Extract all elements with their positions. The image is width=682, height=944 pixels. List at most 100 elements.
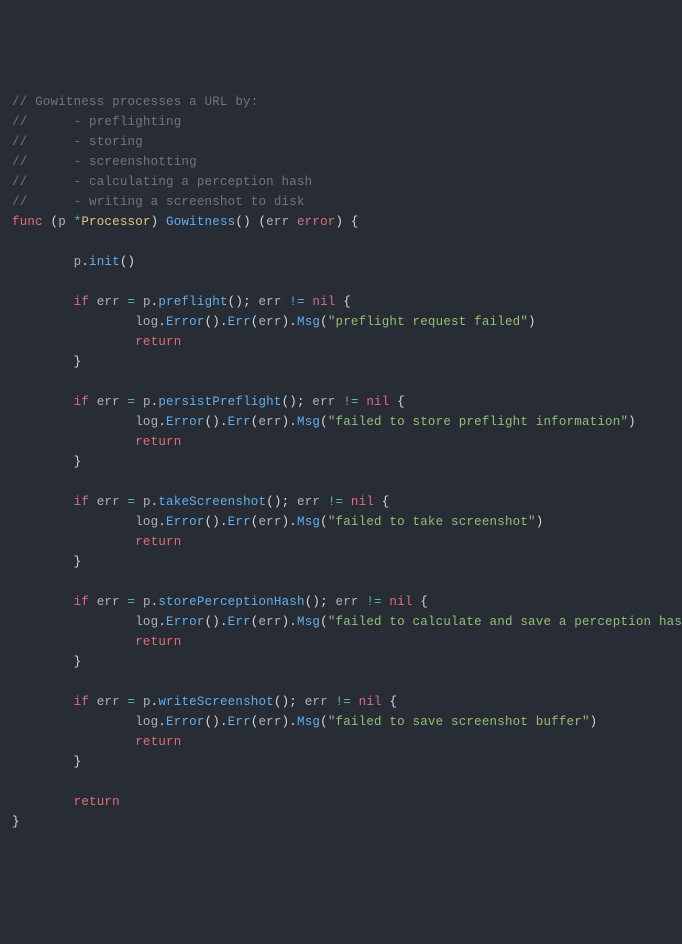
comment-line: // Gowitness processes a URL by: [12,95,258,109]
id-err: err [97,495,120,509]
dot: . [220,715,228,729]
rparen: ) [274,495,282,509]
semi: ; [243,295,251,309]
space [89,395,97,409]
dot: . [158,415,166,429]
space [158,215,166,229]
kw-return: return [135,535,181,549]
rparen: ) [212,615,220,629]
rbrace: } [74,355,82,369]
lparen: ( [320,415,328,429]
comment-line: // - writing a screenshot to disk [12,195,305,209]
space [320,495,328,509]
lparen: ( [320,515,328,529]
fn-msg: Msg [297,415,320,429]
lbrace: { [382,495,390,509]
fn-err: Err [228,715,251,729]
id-log: log [135,715,158,729]
fn-writescreenshot: writeScreenshot [158,695,274,709]
rparen: ) [128,255,136,269]
fn-msg: Msg [297,715,320,729]
dot: . [220,515,228,529]
dot: . [289,615,297,629]
fn-init: init [89,255,120,269]
dot: . [81,255,89,269]
id-err: err [258,295,281,309]
kw-nil: nil [351,495,374,509]
lparen: ( [320,615,328,629]
dot: . [289,315,297,329]
lparen: ( [320,715,328,729]
comment-line: // - storing [12,135,143,149]
space [343,495,351,509]
dot: . [220,415,228,429]
rparen: ) [289,395,297,409]
fn-err: Err [228,415,251,429]
id-err: err [258,415,281,429]
id-log: log [135,415,158,429]
rparen: ) [235,295,243,309]
space [89,595,97,609]
fn-error: Error [166,715,205,729]
space [289,495,297,509]
space [135,495,143,509]
kw-return: return [135,635,181,649]
lbrace: { [397,395,405,409]
id-err: err [258,715,281,729]
id-log: log [135,515,158,529]
rparen: ) [212,515,220,529]
id-err: err [336,595,359,609]
id-err: err [258,515,281,529]
space [343,215,351,229]
space [120,395,128,409]
space [389,395,397,409]
dot: . [289,415,297,429]
rparen: ) [243,215,251,229]
lparen: ( [235,215,243,229]
dot: . [158,615,166,629]
kw-return: return [74,795,120,809]
string-literal: "failed to calculate and save a percepti… [328,615,682,629]
space [289,215,297,229]
dot: . [158,315,166,329]
fn-msg: Msg [297,315,320,329]
lbrace: { [420,595,428,609]
comment-line: // - preflighting [12,115,181,129]
semi: ; [289,695,297,709]
id-err: err [258,315,281,329]
id-p: p [143,395,151,409]
kw-nil: nil [359,695,382,709]
rparen: ) [536,515,544,529]
string-literal: "failed to save screenshot buffer" [328,715,590,729]
id-p: p [143,595,151,609]
lbrace: { [351,215,359,229]
space [120,595,128,609]
rparen: ) [212,415,220,429]
fn-error: Error [166,515,205,529]
fn-err: Err [228,515,251,529]
rparen: ) [590,715,598,729]
receiver: p [58,215,66,229]
lparen: ( [274,695,282,709]
fn-msg: Msg [297,615,320,629]
lbrace: { [343,295,351,309]
kw-return: return [135,735,181,749]
lparen: ( [320,315,328,329]
comment-line: // - calculating a perception hash [12,175,312,189]
space [89,495,97,509]
fn-err: Err [228,315,251,329]
space [120,495,128,509]
kw-if: if [74,495,89,509]
id-err: err [97,295,120,309]
fn-msg: Msg [297,515,320,529]
string-literal: "failed to store preflight information" [328,415,628,429]
rparen: ) [528,315,536,329]
op-neq: != [336,695,351,709]
space [120,695,128,709]
fn-takescreenshot: takeScreenshot [158,495,266,509]
rbrace: } [74,655,82,669]
op-neq: != [343,395,358,409]
space [328,695,336,709]
id-err: err [97,595,120,609]
op-neq: != [328,495,343,509]
